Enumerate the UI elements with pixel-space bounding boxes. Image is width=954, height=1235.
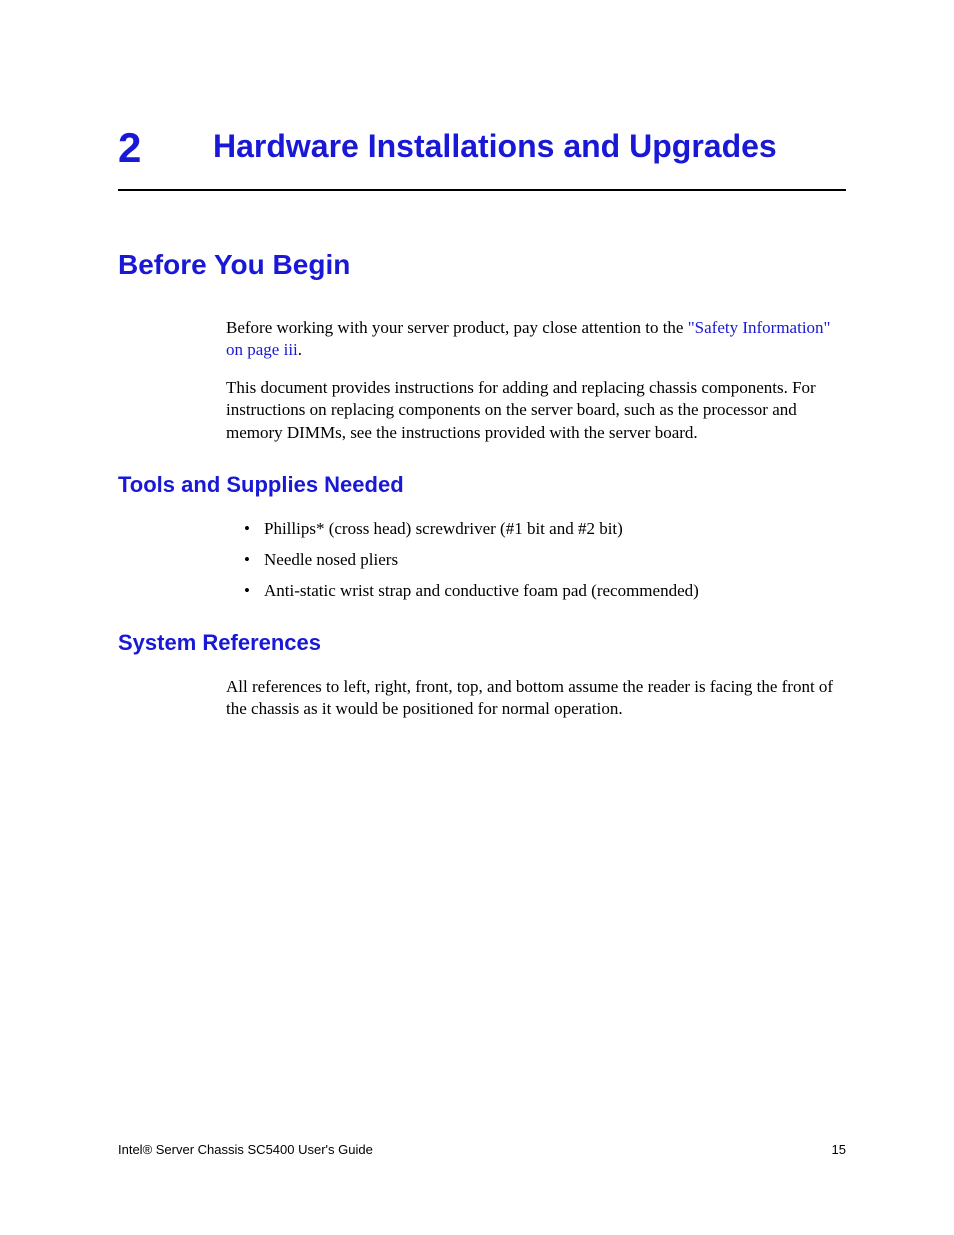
tools-list: Phillips* (cross head) screwdriver (#1 b… [226, 518, 846, 602]
list-item: Phillips* (cross head) screwdriver (#1 b… [226, 518, 846, 540]
footer-doc-title: Intel® Server Chassis SC5400 User's Guid… [118, 1142, 373, 1157]
chapter-header: 2 Hardware Installations and Upgrades [118, 125, 846, 191]
text-span: Before working with your server product,… [226, 318, 688, 337]
list-item: Needle nosed pliers [226, 549, 846, 571]
chapter-title: Hardware Installations and Upgrades [213, 125, 777, 168]
text-span: . [298, 340, 302, 359]
paragraph-intro: Before working with your server product,… [226, 317, 846, 361]
section-heading-tools-supplies: Tools and Supplies Needed [118, 472, 846, 498]
list-item: Anti-static wrist strap and conductive f… [226, 580, 846, 602]
chapter-number: 2 [118, 125, 213, 171]
section-heading-before-you-begin: Before You Begin [118, 249, 846, 281]
paragraph-system-references: All references to left, right, front, to… [226, 676, 846, 720]
section-heading-system-references: System References [118, 630, 846, 656]
paragraph-document-description: This document provides instructions for … [226, 377, 846, 443]
footer-page-number: 15 [832, 1142, 846, 1157]
page-footer: Intel® Server Chassis SC5400 User's Guid… [118, 1142, 846, 1157]
